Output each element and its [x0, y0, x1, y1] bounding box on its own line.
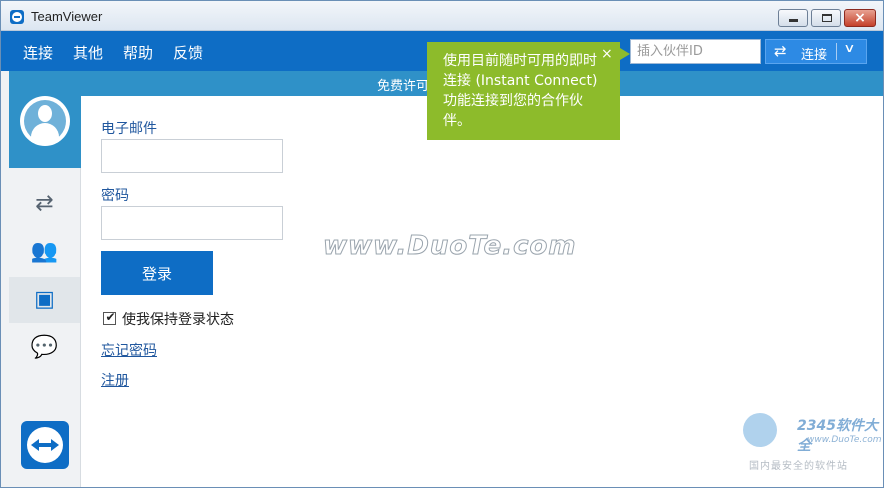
checkmark-icon: ✔ [105, 310, 116, 324]
logo-arrow-right [51, 439, 59, 451]
remember-me-checkbox[interactable]: ✔ [103, 310, 116, 325]
nav-chat[interactable]: 💬 [9, 325, 80, 371]
connect-label: 连接 [801, 48, 828, 63]
avatar-head [38, 105, 52, 122]
avatar-body [31, 123, 59, 143]
maximize-button[interactable] [811, 9, 841, 27]
user-avatar-icon[interactable] [20, 96, 70, 146]
email-label: 电子邮件 [101, 121, 157, 137]
tooltip-text: 使用目前随时可用的即时连接 (Instant Connect) 功能连接到您的合… [443, 53, 598, 129]
chevron-down-icon[interactable]: ∨ [843, 41, 855, 55]
profile-panel [9, 71, 81, 168]
contacts-icon: ▣ [34, 287, 55, 312]
register-link[interactable]: 注册 [101, 370, 129, 390]
menu-item-extras[interactable]: 其他 [73, 42, 103, 63]
connect-divider [836, 43, 837, 60]
window-title: TeamViewer [31, 9, 103, 24]
teamviewer-window: TeamViewer × 连接 其他 帮助 反馈 ⇄ 连接 ∨ 免费许可 ⇄ [0, 0, 884, 488]
remember-me-label[interactable]: 使我保持登录状态 [122, 309, 234, 329]
corner-watermark-sub: 国内最安全的软件站 [749, 461, 848, 472]
chat-icon: 💬 [30, 335, 59, 360]
maximize-icon [822, 14, 832, 22]
remote-control-icon: ⇄ [35, 191, 54, 216]
login-button[interactable]: 登录 [101, 251, 213, 295]
nav-contacts[interactable]: ▣ [9, 277, 80, 323]
meeting-icon: 👥 [30, 239, 59, 264]
minimize-button[interactable] [778, 9, 808, 27]
connect-button[interactable]: ⇄ 连接 ∨ [765, 39, 867, 64]
corner-watermark: 2345软件大全 www.DuoTe.com 国内最安全的软件站 [743, 407, 883, 477]
nav-meeting[interactable]: 👥 [9, 229, 80, 275]
logo-ring [27, 427, 63, 463]
teamviewer-app-icon [10, 10, 24, 24]
teamviewer-logo-icon[interactable] [21, 421, 69, 469]
password-field[interactable] [101, 206, 283, 240]
swap-arrows-icon: ⇄ [774, 42, 787, 60]
minimize-icon [789, 19, 798, 22]
close-icon[interactable]: × [601, 46, 613, 62]
tooltip-pointer [620, 48, 630, 60]
instant-connect-tooltip: 使用目前随时可用的即时连接 (Instant Connect) 功能连接到您的合… [427, 42, 620, 140]
corner-watermark-url: www.DuoTe.com [807, 435, 882, 445]
menu-item-connection[interactable]: 连接 [23, 42, 53, 63]
close-window-button[interactable]: × [844, 9, 876, 27]
watermark-text: www.DuoTe.com [323, 231, 577, 262]
sidebar: ⇄ 👥 ▣ 💬 [1, 71, 81, 487]
close-icon: × [854, 10, 866, 26]
license-text: 免费许可 [377, 79, 430, 94]
partner-id-input[interactable] [630, 39, 761, 64]
menu-item-help[interactable]: 帮助 [123, 42, 153, 63]
email-field[interactable] [101, 139, 283, 173]
title-bar: TeamViewer × [1, 1, 883, 31]
watermark-logo-icon [743, 413, 777, 447]
menu-item-feedback[interactable]: 反馈 [173, 42, 203, 63]
forgot-password-link[interactable]: 忘记密码 [101, 340, 157, 360]
nav-remote-control[interactable]: ⇄ [9, 181, 80, 227]
password-label: 密码 [101, 188, 129, 204]
